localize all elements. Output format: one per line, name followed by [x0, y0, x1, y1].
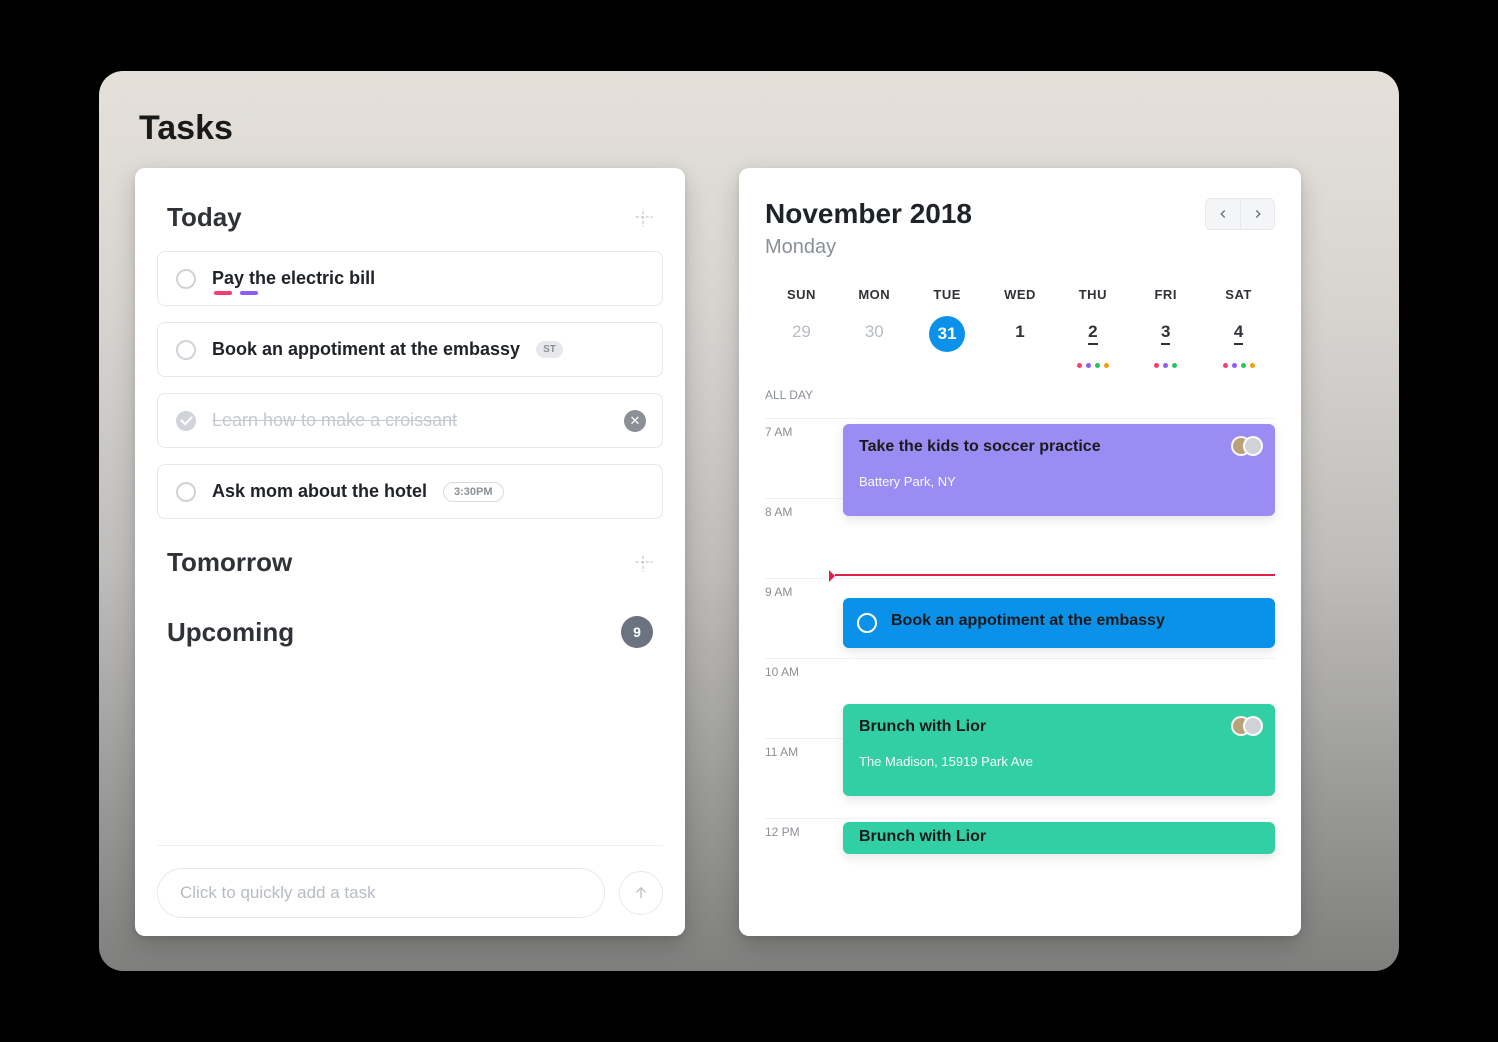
add-task-tomorrow-icon[interactable] [635, 554, 653, 572]
date-cell[interactable]: 2 [1056, 316, 1129, 372]
hour-label: 10 AM [765, 659, 835, 679]
hour-label: 11 AM [765, 739, 835, 759]
date-number: 29 [792, 322, 811, 341]
date-cell[interactable]: 30 [838, 316, 911, 372]
chevron-left-icon [1216, 207, 1230, 221]
task-bullet[interactable] [176, 340, 196, 360]
task-text: Book an appotiment at the embassy [212, 339, 520, 360]
hour-label: 12 PM [765, 819, 835, 839]
task-item[interactable]: Learn how to make a croissant ✕ [157, 393, 663, 448]
date-cell[interactable]: 31 [911, 316, 984, 372]
all-day-row: ALL DAY [765, 382, 1275, 418]
date-number: 30 [865, 322, 884, 341]
date-number: 4 [1234, 322, 1243, 345]
quick-add-input[interactable]: Click to quickly add a task [157, 868, 605, 918]
event-indicator-dots [1129, 363, 1202, 368]
task-tag: ST [536, 341, 563, 358]
submit-task-button[interactable] [619, 871, 663, 915]
calendar-header: November 2018 Monday [765, 198, 1275, 259]
tomorrow-label: Tomorrow [167, 547, 292, 578]
task-time-pill: 3:30PM [443, 482, 504, 502]
day-header: THU [1056, 287, 1129, 302]
app-window: Tasks Today Pay the electric bill Book an… [99, 71, 1399, 971]
calendar-event[interactable]: Brunch with Lior [843, 822, 1275, 854]
task-text: Pay the electric bill [212, 268, 375, 289]
calendar-next-button[interactable] [1240, 199, 1274, 229]
hour-label: 9 AM [765, 579, 835, 599]
today-header: Today [157, 202, 663, 233]
hour-label: 7 AM [765, 419, 835, 439]
upcoming-header: Upcoming 9 [157, 616, 663, 648]
date-cell[interactable]: 3 [1129, 316, 1202, 372]
task-bullet[interactable] [176, 482, 196, 502]
date-number: 3 [1161, 322, 1170, 345]
event-title: Brunch with Lior [859, 828, 1259, 846]
task-item[interactable]: Pay the electric bill [157, 251, 663, 306]
event-indicator-dots [1202, 363, 1275, 368]
event-title: Take the kids to soccer practice [859, 438, 1259, 456]
day-header: WED [984, 287, 1057, 302]
calendar-timeline: ALL DAY 7 AM 8 AM 9 AM 10 AM 11 AM 12 PM Take … [765, 382, 1275, 898]
date-cell[interactable]: 29 [765, 316, 838, 372]
upcoming-count-badge: 9 [621, 616, 653, 648]
calendar-nav [1205, 198, 1275, 230]
date-number: 2 [1088, 322, 1097, 345]
current-time-indicator [835, 574, 1275, 576]
task-text: Ask mom about the hotel [212, 481, 427, 502]
tomorrow-header: Tomorrow [157, 547, 663, 578]
event-title: Brunch with Lior [859, 718, 1259, 736]
event-bullet-icon [857, 613, 877, 633]
calendar-event[interactable]: Book an appotiment at the embassy [843, 598, 1275, 648]
chevron-right-icon [1251, 207, 1265, 221]
all-day-label: ALL DAY [765, 382, 835, 402]
today-label: Today [167, 202, 242, 233]
arrow-up-icon [632, 884, 650, 902]
day-header: FRI [1129, 287, 1202, 302]
day-header: SAT [1202, 287, 1275, 302]
calendar-prev-button[interactable] [1206, 199, 1240, 229]
calendar-dates-row: 29 30 31 1 2 3 4 [765, 316, 1275, 372]
event-avatars [1231, 716, 1263, 736]
calendar-event[interactable]: Brunch with Lior The Madison, 15919 Park … [843, 704, 1275, 796]
add-task-today-icon[interactable] [635, 209, 653, 227]
event-title: Book an appotiment at the embassy [891, 612, 1259, 630]
calendar-event[interactable]: Take the kids to soccer practice Battery … [843, 424, 1275, 516]
panels: Today Pay the electric bill Book an appot… [135, 168, 1363, 936]
task-bullet[interactable] [176, 269, 196, 289]
event-location: The Madison, 15919 Park Ave [859, 754, 1259, 769]
hour-label: 8 AM [765, 499, 835, 519]
tasks-panel: Today Pay the electric bill Book an appot… [135, 168, 685, 936]
calendar-weekday: Monday [765, 236, 972, 259]
calendar-panel: November 2018 Monday SUNMONTUEWEDTHUFRIS… [739, 168, 1301, 936]
upcoming-label: Upcoming [167, 617, 294, 648]
day-header: SUN [765, 287, 838, 302]
event-avatars [1231, 436, 1263, 456]
calendar-day-headers: SUNMONTUEWEDTHUFRISAT [765, 287, 1275, 302]
date-cell[interactable]: 4 [1202, 316, 1275, 372]
day-header: MON [838, 287, 911, 302]
day-header: TUE [911, 287, 984, 302]
task-check-icon[interactable] [176, 411, 196, 431]
today-task-list: Pay the electric bill Book an appotiment … [157, 251, 663, 535]
task-color-labels [214, 291, 258, 295]
date-number: 1 [1015, 322, 1024, 341]
page-title: Tasks [139, 109, 1363, 148]
task-item[interactable]: Book an appotiment at the embassy ST [157, 322, 663, 377]
task-item[interactable]: Ask mom about the hotel 3:30PM [157, 464, 663, 519]
date-cell[interactable]: 1 [984, 316, 1057, 372]
delete-task-icon[interactable]: ✕ [624, 410, 646, 432]
selected-date-pill: 31 [929, 316, 965, 352]
calendar-month: November 2018 [765, 198, 972, 230]
task-composer: Click to quickly add a task [157, 845, 663, 918]
event-indicator-dots [1056, 363, 1129, 368]
event-location: Battery Park, NY [859, 474, 1259, 489]
task-text: Learn how to make a croissant [212, 410, 457, 431]
